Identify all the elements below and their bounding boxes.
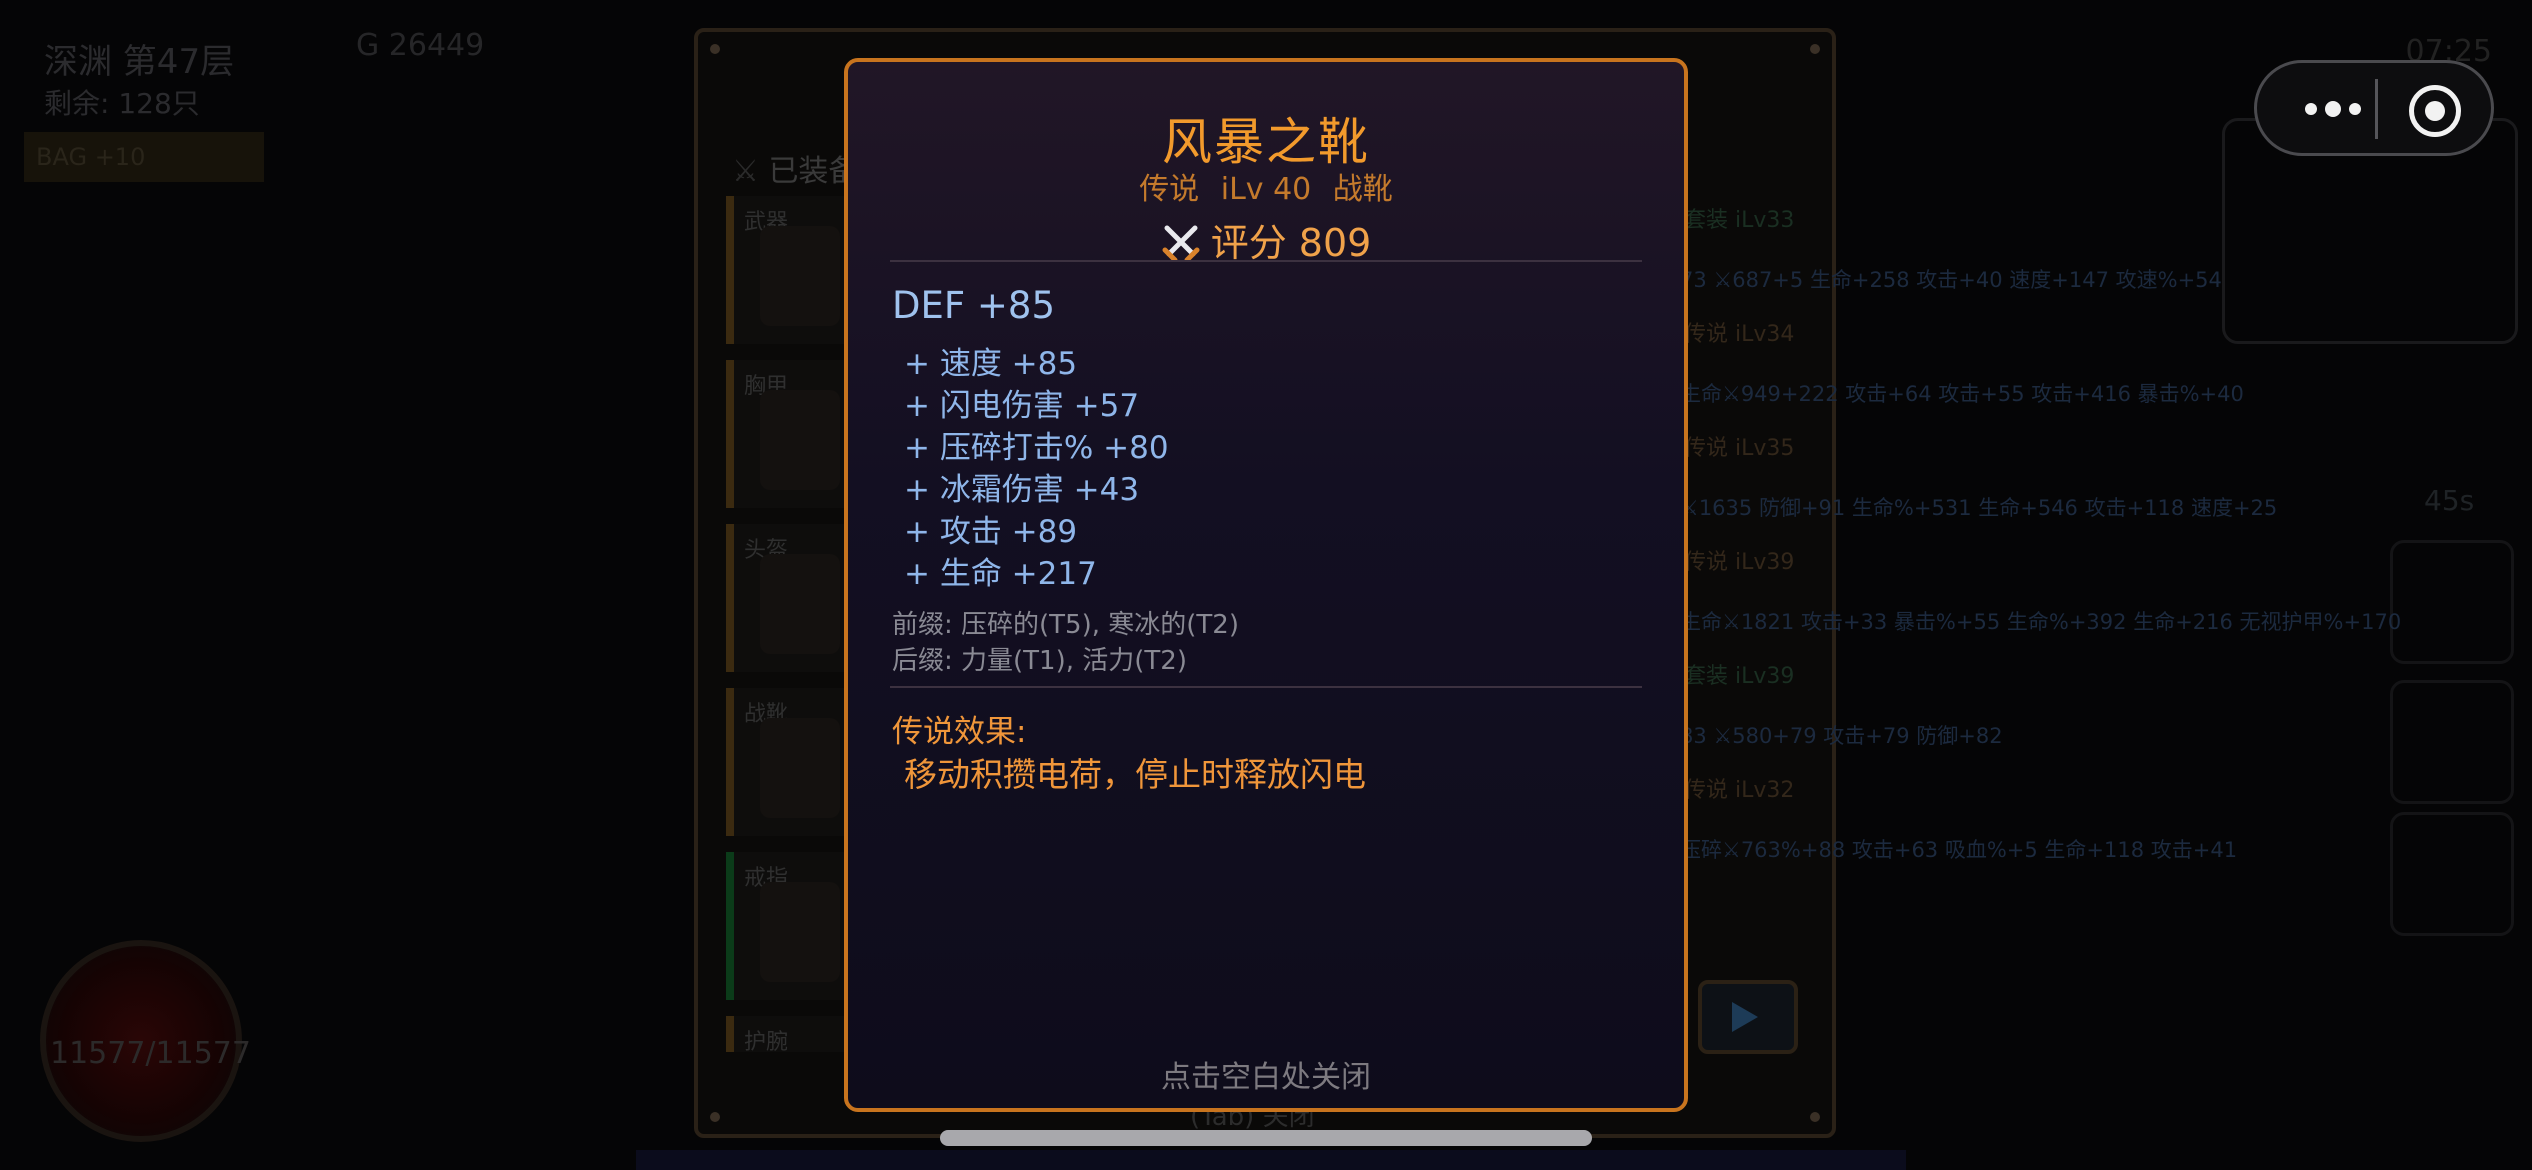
slot-label: 护腕 (744, 1030, 789, 1055)
panel-bolt (1810, 1112, 1820, 1122)
affix: + 压碎打击% +80 (904, 430, 1169, 466)
panel-bolt (1810, 44, 1820, 54)
skill-cooldown-timer: 45s (2424, 484, 2475, 517)
side-skill-button[interactable] (2390, 540, 2514, 664)
row-stats[interactable]: 生命⚔1821 攻击+33 暴击%+55 生命%+392 生命+216 无视护甲… (1680, 606, 2401, 636)
affix: + 冰霜伤害 +43 (904, 472, 1140, 508)
hp-value: 11577/11577 (50, 1036, 251, 1071)
legendary-effect-title: 传说效果: (892, 714, 1027, 750)
divider (890, 260, 1642, 262)
panel-bolt (710, 44, 720, 54)
slot-helm[interactable]: 头盔 (726, 524, 858, 672)
gold-counter: G 26449 (356, 28, 485, 63)
enemies-remaining: 剩余: 128只 (44, 87, 200, 120)
row-head: 传说 iLv32 (1684, 778, 1795, 803)
home-indicator[interactable] (940, 1130, 1592, 1146)
ring-icon (760, 882, 840, 982)
row-head: 套装 iLv39 (1684, 664, 1795, 689)
slot-bracer[interactable]: 护腕 (726, 1016, 858, 1055)
tap-to-close-hint[interactable]: 点击空白处关闭 (848, 1052, 1684, 1096)
more-dots-icon[interactable] (2299, 87, 2371, 131)
capsule-divider (2375, 79, 2378, 139)
item-tooltip[interactable]: 风暴之靴 传说 iLv 40 战靴 评分 809 DEF +85 + 速度 +8… (844, 58, 1688, 1112)
bottom-strip (636, 1150, 1906, 1170)
row-head: 传说 iLv34 (1684, 322, 1795, 347)
item-score: 评分 809 (848, 212, 1684, 267)
affix: + 攻击 +89 (904, 514, 1078, 550)
side-mail-button[interactable] (2390, 812, 2514, 936)
affix: + 生命 +217 (904, 556, 1097, 592)
row-stats[interactable]: 压碎⚔763%+88 攻击+63 吸血%+5 生命+118 攻击+41 (1680, 834, 2237, 864)
slot-weapon[interactable]: 武器 (726, 196, 858, 344)
helmet-icon (760, 554, 840, 654)
crossed-swords-icon (1162, 225, 1200, 262)
row-head: 传说 iLv35 (1684, 436, 1795, 461)
base-stat: DEF +85 (892, 284, 1055, 327)
row-head: 套装 iLv33 (1684, 208, 1795, 233)
divider (890, 686, 1642, 688)
panel-bolt (710, 1112, 720, 1122)
row-stats[interactable]: 83 ⚔580+79 攻击+79 防御+82 (1680, 720, 2003, 750)
dagger-icon (760, 226, 840, 326)
mini-program-capsule (2254, 60, 2494, 156)
bag-button[interactable]: BAG +10 (24, 132, 264, 182)
side-stats-button[interactable] (2390, 680, 2514, 804)
slot-chest[interactable]: 胸甲 (726, 360, 858, 508)
play-button[interactable] (1698, 980, 1798, 1054)
prefix-info: 前缀: 压碎的(T5), 寒冰的(T2) (892, 610, 1239, 640)
slot-boots[interactable]: 战靴 (726, 688, 858, 836)
score-value: 评分 809 (1210, 221, 1372, 265)
affix: + 闪电伤害 +57 (904, 388, 1140, 424)
slot-ring[interactable]: 戒指 (726, 852, 858, 1000)
row-stats[interactable]: 73 ⚔687+5 生命+258 攻击+40 速度+147 攻速%+54 (1680, 264, 2222, 294)
legendary-effect-text: 移动积攒电荷，停止时释放闪电 (904, 755, 1366, 794)
item-rarity: 传说 (1139, 172, 1200, 207)
boots-icon (760, 718, 840, 818)
affix: + 速度 +85 (904, 346, 1078, 382)
dungeon-level: 深渊 第47层 (44, 42, 235, 82)
item-subtitle: 传说 iLv 40 战靴 (848, 164, 1684, 208)
suffix-info: 后缀: 力量(T1), 活力(T2) (892, 646, 1187, 676)
chest-armor-icon (760, 390, 840, 490)
equipped-header: ⚔ 已装备 (732, 154, 859, 189)
row-head: 传说 iLv39 (1684, 550, 1795, 575)
crossed-swords-icon: ⚔ (732, 154, 769, 189)
row-stats[interactable]: 生命⚔949+222 攻击+64 攻击+55 攻击+416 暴击%+40 (1680, 378, 2244, 408)
item-level: iLv 40 (1220, 172, 1312, 207)
item-slot: 战靴 (1332, 172, 1393, 207)
row-stats[interactable]: ⚔1635 防御+91 生命%+531 生命+546 攻击+118 速度+25 (1680, 492, 2277, 522)
close-target-icon[interactable] (2409, 85, 2461, 137)
